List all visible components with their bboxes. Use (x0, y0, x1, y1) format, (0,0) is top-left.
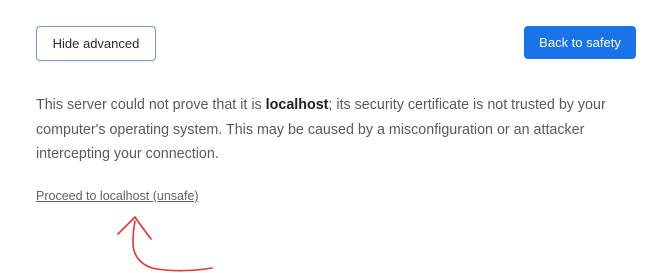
back-to-safety-button[interactable]: Back to safety (524, 26, 636, 59)
hide-advanced-button[interactable]: Hide advanced (36, 26, 156, 61)
proceed-to-localhost-link[interactable]: Proceed to localhost (unsafe) (36, 189, 199, 203)
certificate-error-explanation: This server could not prove that it is l… (36, 93, 636, 167)
explanation-host: localhost (265, 97, 329, 113)
explanation-text-before: This server could not prove that it is (36, 97, 266, 113)
